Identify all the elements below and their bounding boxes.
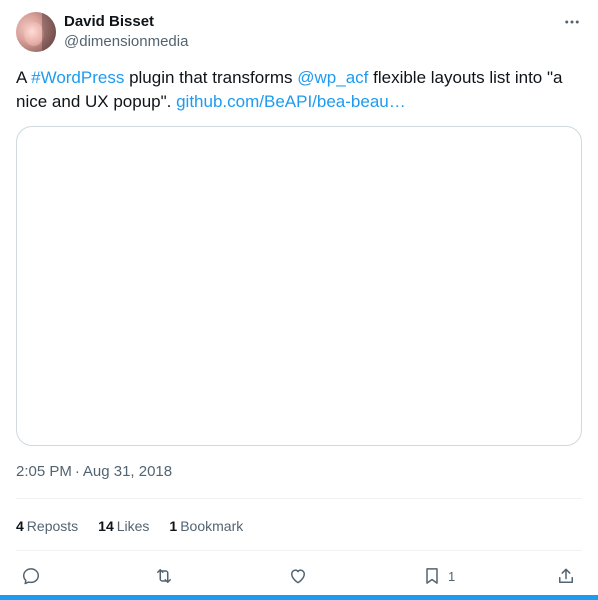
bookmark-action-count: 1 [448, 568, 456, 584]
more-options-button[interactable] [556, 10, 588, 34]
timestamp[interactable]: 2:05 PM · Aug 31, 2018 [16, 462, 172, 482]
timestamp-separator: · [74, 463, 80, 480]
bookmarks-stat[interactable]: 1 Bookmark [169, 518, 243, 534]
like-icon [291, 569, 305, 584]
reply-button[interactable] [21, 564, 41, 588]
likes-label: Likes [116, 518, 150, 534]
action-bar: 1 [0, 560, 598, 592]
tweet-text: A #WordPress plugin that transforms @wp_… [16, 66, 586, 114]
likes-stat[interactable]: 14 Likes [98, 518, 149, 534]
reposts-label: Reposts [26, 518, 79, 534]
url-link[interactable]: github.com/BeAPI/bea-beau… [176, 92, 406, 111]
tweet-text-mid: plugin that transforms [124, 68, 298, 87]
tweet: David Bisset @dimensionmedia A #WordPres… [0, 0, 598, 600]
share-button[interactable] [556, 564, 576, 588]
engagement-stats: 4 Reposts 14 Likes 1 Bookmark [16, 516, 263, 536]
reposts-stat[interactable]: 4 Reposts [16, 518, 78, 534]
bookmark-icon [426, 568, 438, 584]
divider [16, 498, 582, 499]
mention-link[interactable]: @wp_acf [297, 68, 368, 87]
more-icon [565, 20, 579, 24]
reply-icon [22, 568, 40, 585]
repost-icon [157, 569, 171, 583]
author-handle[interactable]: @dimensionmedia [64, 32, 188, 52]
timestamp-time: 2:05 PM [16, 463, 72, 480]
share-icon [559, 568, 573, 583]
hashtag-link[interactable]: #WordPress [31, 68, 124, 87]
tweet-text-prefix: A [16, 68, 32, 87]
author-display-name[interactable]: David Bisset [64, 12, 154, 32]
likes-count: 14 [98, 518, 114, 534]
like-button[interactable] [288, 564, 308, 588]
bookmarks-count: 1 [169, 518, 178, 534]
bookmark-button[interactable]: 1 [422, 564, 455, 588]
divider [16, 550, 582, 551]
bookmarks-label: Bookmark [180, 518, 244, 534]
timestamp-date: Aug 31, 2018 [82, 463, 173, 480]
bottom-accent-bar [0, 595, 598, 600]
avatar[interactable] [16, 12, 56, 52]
repost-button[interactable] [154, 564, 174, 588]
media-card[interactable] [16, 126, 582, 446]
reposts-count: 4 [16, 518, 24, 534]
